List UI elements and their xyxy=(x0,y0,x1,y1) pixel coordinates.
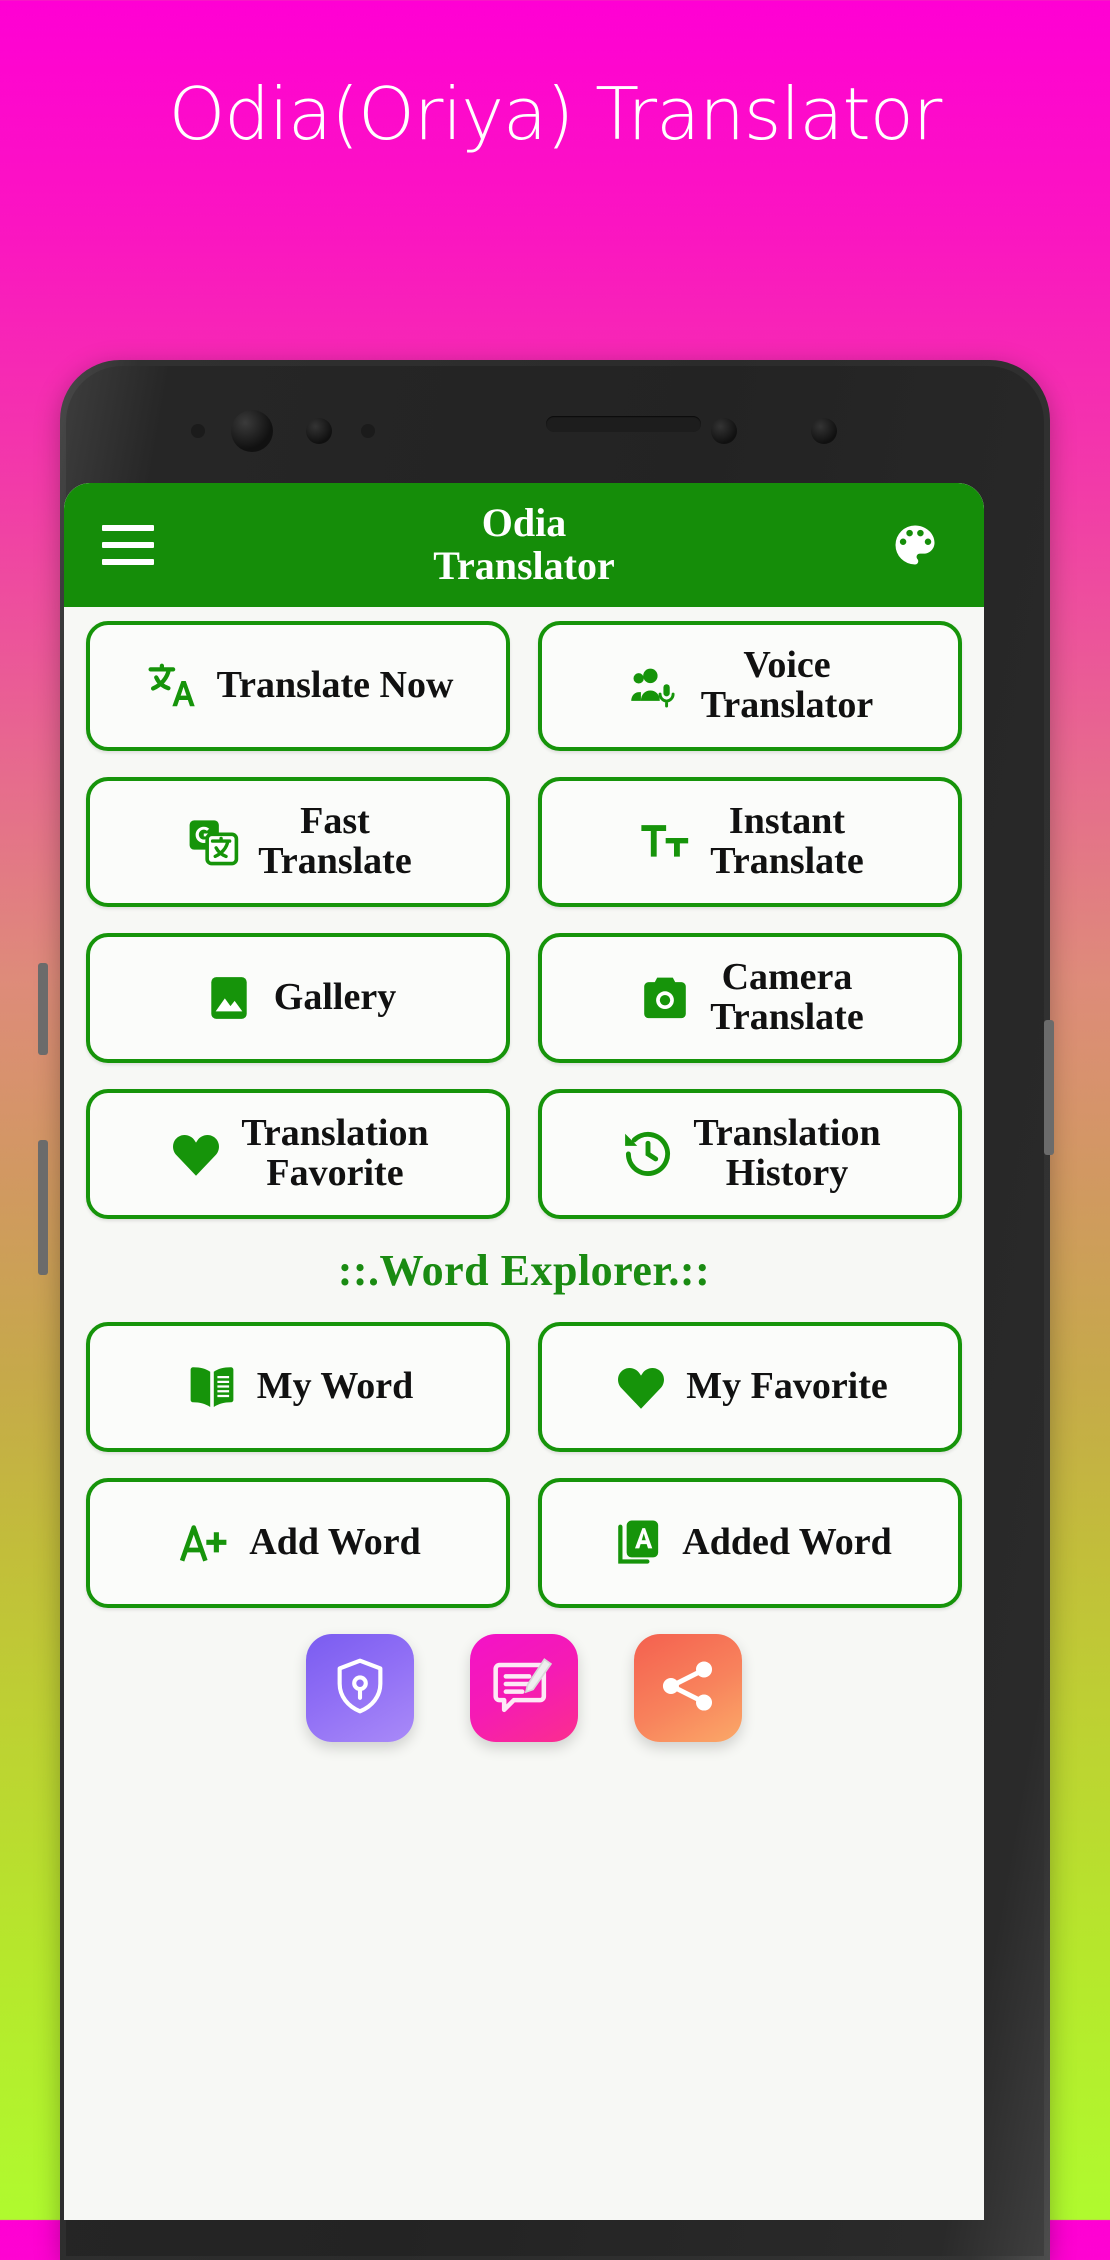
instant-translate-label-line1: Instant xyxy=(728,800,846,843)
my-word-button[interactable]: My Word xyxy=(86,1322,510,1452)
app-bar-title-line2: Translator xyxy=(433,543,615,588)
translation-history-label: Translation History xyxy=(693,1112,881,1194)
voice-translator-label-line2: Translator xyxy=(700,684,874,726)
open-book-icon xyxy=(183,1358,241,1416)
option-row: Gallery Camera Translate xyxy=(86,933,962,1063)
my-favorite-button[interactable]: My Favorite xyxy=(538,1322,962,1452)
sensor-dot-icon xyxy=(191,424,205,438)
added-word-card-icon xyxy=(608,1514,666,1572)
image-gallery-icon xyxy=(200,969,258,1027)
hamburger-menu-icon[interactable] xyxy=(102,525,154,565)
voice-translator-label-line1: Voice xyxy=(743,644,831,687)
translation-history-label-line2: History xyxy=(725,1152,849,1194)
translation-favorite-label-line2: Favorite xyxy=(266,1152,404,1194)
privacy-policy-tile[interactable] xyxy=(306,1634,414,1742)
option-row: Translation Favorite Translation History xyxy=(86,1089,962,1219)
text-format-icon xyxy=(636,813,694,871)
phone-screen: Odia Translator Translate Now Voice Tran… xyxy=(64,483,984,2220)
shield-lock-icon xyxy=(327,1653,393,1724)
added-word-button[interactable]: Added Word xyxy=(538,1478,962,1608)
a-plus-icon xyxy=(175,1514,233,1572)
camera-icon xyxy=(636,969,694,1027)
option-row: Fast Translate Instant Translate xyxy=(86,777,962,907)
option-row: Translate Now Voice Translator xyxy=(86,621,962,751)
volume-down-button[interactable] xyxy=(38,1140,48,1275)
instant-translate-label-line2: Translate xyxy=(710,840,864,882)
my-word-label: My Word xyxy=(256,1365,414,1408)
fast-translate-label-line1: Fast xyxy=(300,800,370,843)
camera-translate-button[interactable]: Camera Translate xyxy=(538,933,962,1063)
gallery-label: Gallery xyxy=(273,976,397,1019)
translate-now-label: Translate Now xyxy=(216,664,454,707)
feedback-tile[interactable] xyxy=(470,1634,578,1742)
share-tile[interactable] xyxy=(634,1634,742,1742)
sensor-dot-icon xyxy=(711,418,737,444)
light-sensor-icon xyxy=(361,424,375,438)
earpiece-speaker xyxy=(546,416,701,432)
power-button[interactable] xyxy=(1044,1020,1054,1155)
add-word-button[interactable]: Add Word xyxy=(86,1478,510,1608)
palette-icon[interactable] xyxy=(886,516,944,574)
fast-translate-button[interactable]: Fast Translate xyxy=(86,777,510,907)
my-favorite-label: My Favorite xyxy=(686,1365,888,1408)
sensor-dot-icon xyxy=(811,418,837,444)
heart-icon xyxy=(167,1125,225,1183)
word-explorer-section-title: ::.Word Explorer.:: xyxy=(337,1246,711,1295)
translation-favorite-button[interactable]: Translation Favorite xyxy=(86,1089,510,1219)
translation-history-label-line1: Translation xyxy=(693,1112,881,1155)
proximity-sensor-icon xyxy=(306,418,332,444)
added-word-label: Added Word xyxy=(682,1521,892,1564)
add-word-label: Add Word xyxy=(249,1521,421,1564)
bottom-tile-row xyxy=(86,1634,962,1762)
fast-translate-label: Fast Translate xyxy=(258,800,412,882)
camera-translate-label-line2: Translate xyxy=(710,996,864,1038)
google-translate-icon xyxy=(184,813,242,871)
heart-icon xyxy=(612,1358,670,1416)
gallery-button[interactable]: Gallery xyxy=(86,933,510,1063)
voice-translator-button[interactable]: Voice Translator xyxy=(538,621,962,751)
app-store-screenshot: Odia(Oriya) Translator Odia Translator T… xyxy=(0,0,1110,2260)
option-row: My Word My Favorite xyxy=(86,1322,962,1452)
instant-translate-label: Instant Translate xyxy=(710,800,864,882)
option-row: Add Word Added Word xyxy=(86,1478,962,1608)
translation-favorite-label-line1: Translation xyxy=(241,1112,429,1155)
translation-favorite-label: Translation Favorite xyxy=(241,1112,429,1194)
front-camera-icon xyxy=(231,410,273,452)
share-icon xyxy=(657,1655,719,1722)
volume-up-button[interactable] xyxy=(38,963,48,1055)
fast-translate-label-line2: Translate xyxy=(258,840,412,882)
app-bar: Odia Translator xyxy=(64,483,984,607)
voice-translator-label: Voice Translator xyxy=(700,644,874,726)
history-clock-icon xyxy=(619,1125,677,1183)
translate-icon xyxy=(143,657,201,715)
voice-translator-icon xyxy=(627,657,685,715)
translate-now-button[interactable]: Translate Now xyxy=(86,621,510,751)
page-title: Odia(Oriya) Translator xyxy=(168,72,943,156)
chat-edit-icon xyxy=(490,1652,558,1725)
camera-translate-label-line1: Camera xyxy=(721,956,853,999)
app-bar-title: Odia Translator xyxy=(433,500,615,588)
camera-translate-label: Camera Translate xyxy=(710,956,864,1038)
instant-translate-button[interactable]: Instant Translate xyxy=(538,777,962,907)
translation-history-button[interactable]: Translation History xyxy=(538,1089,962,1219)
main-content: Translate Now Voice Translator Fast Tran… xyxy=(64,607,984,1762)
app-bar-title-line1: Odia xyxy=(481,500,567,546)
